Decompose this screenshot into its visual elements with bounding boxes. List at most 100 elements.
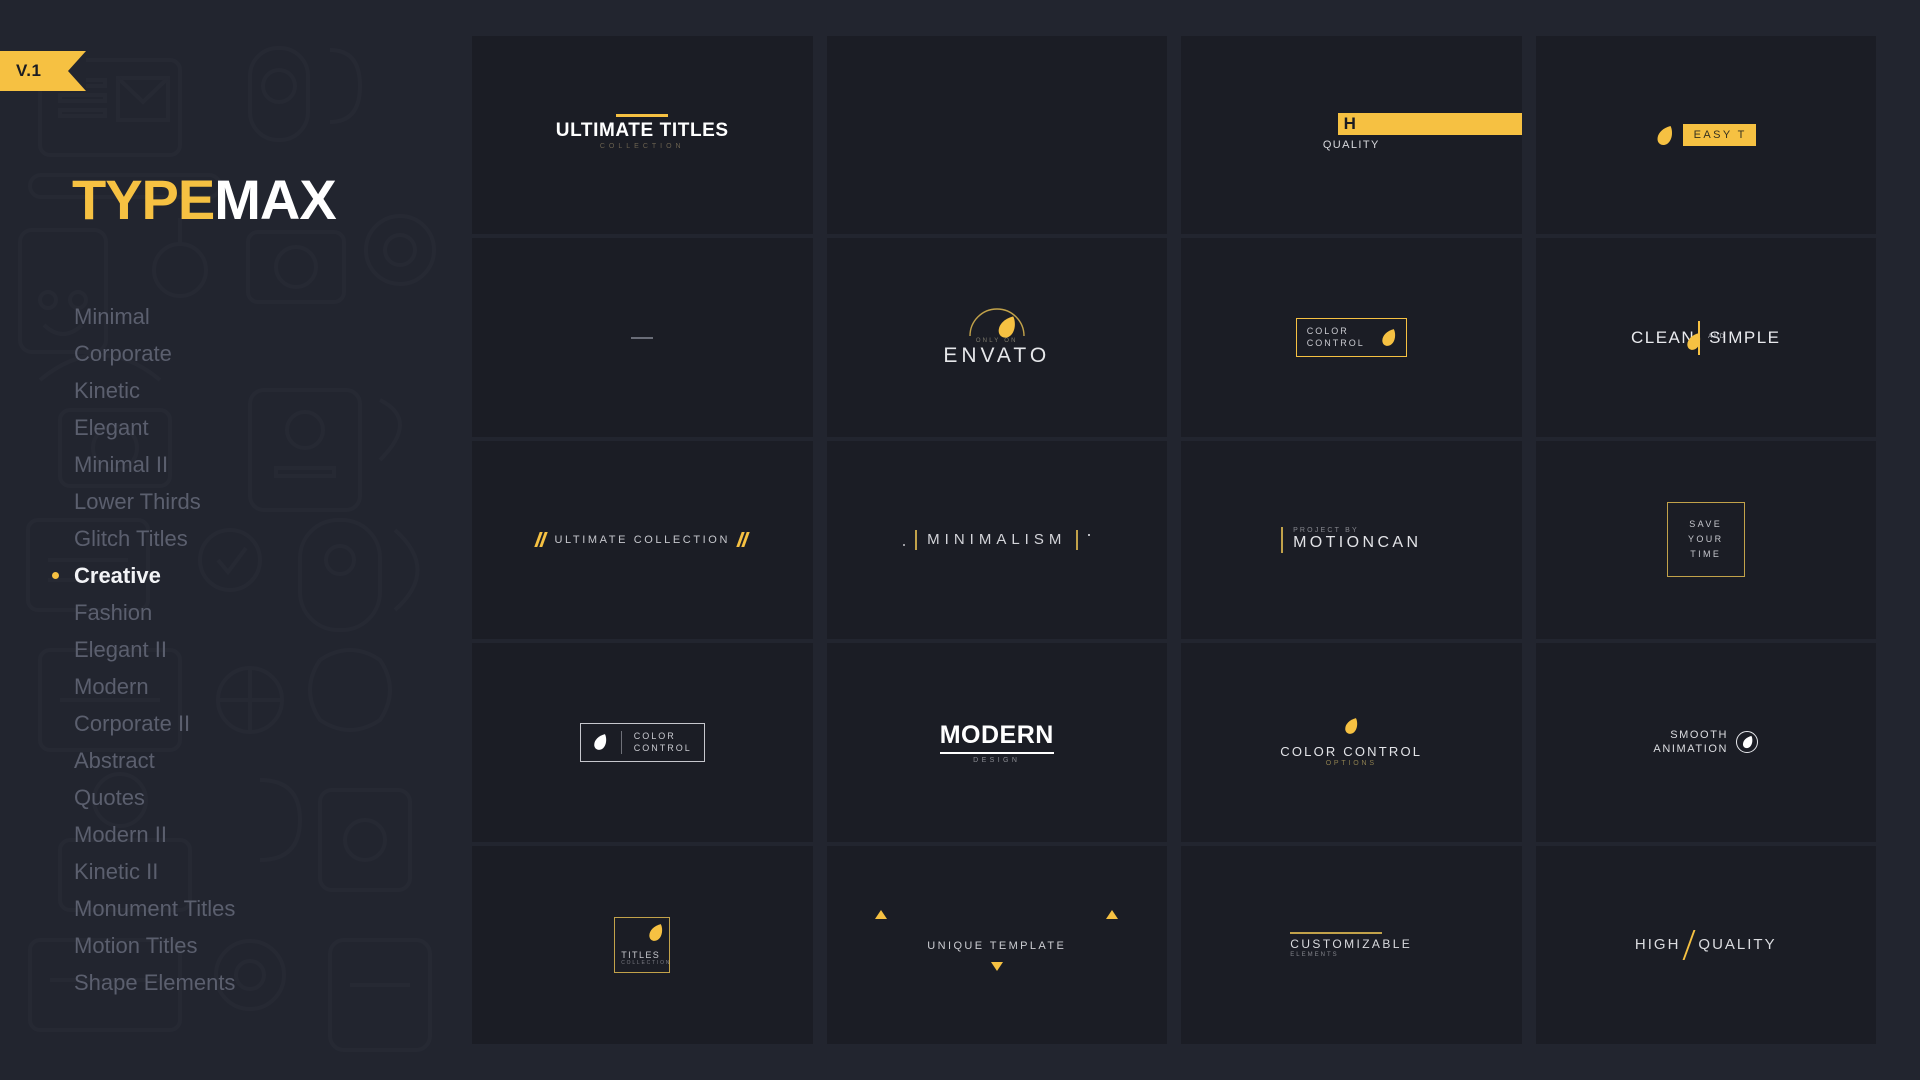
sidebar-item-label: Modern II <box>74 822 167 847</box>
envato-leaf-icon <box>1381 328 1396 347</box>
tile-line-2: ANIMATION <box>1653 743 1729 756</box>
tile-titles-collection[interactable]: TITLES COLLECTION <box>472 845 813 1044</box>
sidebar-item-quotes[interactable]: Quotes <box>74 779 404 816</box>
tile-subtitle: PROJECT BY <box>1293 527 1359 535</box>
tile-line-2: COLLECTION <box>621 959 672 966</box>
sidebar-item-label: Minimal II <box>74 452 169 477</box>
dot-left <box>903 543 906 546</box>
yellow-accent-bar <box>616 114 669 118</box>
tile-ultimate-collection[interactable]: ULTIMATE COLLECTION <box>472 440 813 640</box>
tile-line-1: COLOR <box>633 730 676 741</box>
sidebar-item-label: Abstract <box>74 748 155 773</box>
tile-title: CUSTOMIZABLE <box>1290 936 1413 951</box>
tile-title: MODERN <box>939 721 1054 754</box>
tile-line-1: SAVE <box>1689 519 1723 530</box>
sidebar-item-corporate[interactable]: Corporate <box>74 335 404 372</box>
yellow-accent-rule <box>1290 931 1383 934</box>
tile-title: MOTIONCAN <box>1293 534 1422 552</box>
sidebar-item-monument-titles[interactable]: Monument Titles <box>74 890 404 927</box>
tile-smooth-animation[interactable]: SMOOTH ANIMATION <box>1535 643 1876 842</box>
envato-leaf-icon <box>1344 717 1358 735</box>
sidebar-item-label: Minimal <box>74 304 150 329</box>
version-badge-label: V.1 <box>16 61 42 80</box>
tile-connector: AND <box>1708 333 1726 340</box>
vertical-bar-left <box>915 529 918 550</box>
sidebar-item-lower-thirds[interactable]: Lower Thirds <box>74 483 404 520</box>
tile-title: MINIMALISM <box>927 531 1067 549</box>
vertical-bar <box>1281 526 1284 553</box>
tile-title: EASY T <box>1682 124 1756 147</box>
sidebar-item-creative[interactable]: Creative <box>52 557 404 594</box>
ribbon-notch <box>68 51 86 91</box>
sidebar-item-minimal-ii[interactable]: Minimal II <box>74 446 404 483</box>
tile-color-control-white[interactable]: COLOR CONTROL <box>472 643 813 842</box>
sidebar-item-label: Kinetic II <box>74 859 159 884</box>
sidebar-item-label: Creative <box>74 563 161 588</box>
tile-line-2: CONTROL <box>1306 338 1365 349</box>
tile-subtitle: COLLECTION <box>599 143 685 151</box>
sidebar-item-abstract[interactable]: Abstract <box>74 742 404 779</box>
tile-subtitle: ELEMENTS <box>1290 951 1339 958</box>
tile-word-2: QUALITY <box>1698 936 1777 954</box>
sidebar-item-elegant-ii[interactable]: Elegant II <box>74 631 404 668</box>
sidebar-item-label: Quotes <box>74 785 145 810</box>
sidebar-item-motion-titles[interactable]: Motion Titles <box>74 927 404 964</box>
slash-decoration-right <box>736 532 750 548</box>
tile-clean-and-simple[interactable]: CLEAN AND SIMPLE <box>1535 238 1876 437</box>
tile-color-control-yellow[interactable]: COLOR CONTROL <box>1181 238 1522 437</box>
tile-high-quality[interactable]: H QUALITY <box>1181 36 1522 235</box>
tile-line-2: YOUR <box>1687 534 1724 545</box>
tile-minimalism[interactable]: MINIMALISM <box>826 440 1167 640</box>
tile-dash[interactable] <box>472 238 813 437</box>
tile-unique-template[interactable]: UNIQUE TEMPLATE <box>826 845 1167 1044</box>
tile-line-1: COLOR <box>1306 326 1349 337</box>
tile-line-3: TIME <box>1690 549 1722 560</box>
version-badge: V.1 <box>0 51 86 91</box>
app-root: V.1 TYPEMAX Minimal Corporate Kinetic Elega… <box>0 0 1920 1080</box>
tile-blank-1[interactable] <box>826 36 1167 235</box>
sidebar-item-label: Shape Elements <box>74 970 236 995</box>
sidebar-item-label: Glitch Titles <box>74 526 188 551</box>
active-bullet-icon <box>52 572 59 579</box>
triangle-down-icon <box>990 961 1003 971</box>
tile-high-quality-2[interactable]: HIGH QUALITY <box>1535 845 1876 1044</box>
sidebar-item-label: Corporate <box>74 341 172 366</box>
sidebar-item-modern-ii[interactable]: Modern II <box>74 816 404 853</box>
sidebar-item-label: Elegant II <box>74 637 167 662</box>
dot-right <box>1088 533 1091 536</box>
sidebar-item-label: Elegant <box>74 415 149 440</box>
sidebar-item-label: Kinetic <box>74 378 141 403</box>
tile-project-by-motioncan[interactable]: PROJECT BY MOTIONCAN <box>1181 440 1522 640</box>
sidebar-item-corporate-ii[interactable]: Corporate II <box>74 705 404 742</box>
tile-subtitle: OPTIONS <box>1325 760 1377 768</box>
triangle-up-left-icon <box>875 909 888 919</box>
tile-ultimate-titles[interactable]: ULTIMATE TITLES COLLECTION <box>472 36 813 235</box>
sidebar-item-label: Lower Thirds <box>74 489 201 514</box>
sidebar-item-minimal[interactable]: Minimal <box>74 298 404 335</box>
tile-title: ULTIMATE COLLECTION <box>554 533 730 546</box>
sidebar-item-kinetic[interactable]: Kinetic <box>74 372 404 409</box>
tile-line-2: CONTROL <box>633 742 692 753</box>
tile-color-control-options[interactable]: COLOR CONTROL OPTIONS <box>1181 643 1522 842</box>
category-menu: Minimal Corporate Kinetic Elegant Minimal II… <box>52 298 404 1001</box>
sidebar-item-label: Motion Titles <box>74 933 198 958</box>
sidebar-item-shape-elements[interactable]: Shape Elements <box>74 964 404 1001</box>
sidebar-item-kinetic-ii[interactable]: Kinetic II <box>74 853 404 890</box>
tile-title: UNIQUE TEMPLATE <box>927 939 1067 952</box>
sidebar-item-glitch-titles[interactable]: Glitch Titles <box>74 520 404 557</box>
slash-divider <box>1682 929 1696 960</box>
tile-modern-design[interactable]: MODERN DESIGN <box>826 643 1167 842</box>
tile-easy-to-use[interactable]: EASY T <box>1535 36 1876 235</box>
tile-customizable-elements[interactable]: CUSTOMIZABLE ELEMENTS <box>1181 845 1522 1044</box>
sidebar-item-modern[interactable]: Modern <box>74 668 404 705</box>
sidebar-item-elegant[interactable]: Elegant <box>74 409 404 446</box>
sidebar-item-label: Modern <box>74 674 149 699</box>
slash-decoration-left <box>534 532 549 548</box>
vertical-bar-right <box>1076 529 1079 550</box>
tile-only-on-envato[interactable]: ONLY ON ENVATO <box>826 238 1167 437</box>
sidebar-item-fashion[interactable]: Fashion <box>74 594 404 631</box>
arc-decoration <box>968 307 1026 338</box>
vertical-divider <box>1687 320 1701 355</box>
app-logo: TYPEMAX <box>72 172 337 228</box>
tile-save-your-time[interactable]: SAVE YOUR TIME <box>1535 440 1876 640</box>
